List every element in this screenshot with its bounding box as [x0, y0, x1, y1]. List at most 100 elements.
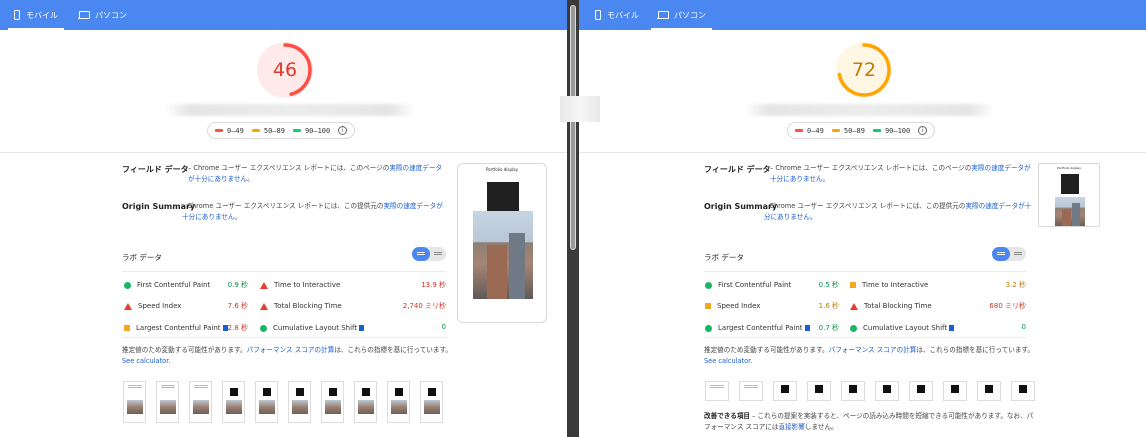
pass-circle-icon: [260, 324, 267, 332]
filmstrip-frame: [773, 381, 797, 401]
laptop-icon: [78, 11, 90, 19]
tab-mobile-label: モバイル: [26, 10, 58, 20]
metric-tti-label: Time to Interactive: [274, 281, 341, 289]
average-square-icon: [850, 282, 856, 288]
opportunities-tail: しません。: [804, 423, 838, 431]
metric-cls: Cumulative Layout Shift: [850, 322, 955, 334]
filmstrip: [123, 381, 443, 423]
filmstrip-frame: [841, 381, 865, 401]
pass-circle-icon: [850, 324, 857, 332]
metric-lcp-value: 0.7 秒: [818, 324, 839, 332]
right-report-pane: モバイル パソコン 72 0–49 50–89 90–100 i フィールド デ…: [579, 0, 1146, 437]
screenshot-photo: [473, 211, 533, 299]
bookmark-flag-icon: [949, 325, 955, 331]
filmstrip-frame: [189, 381, 212, 423]
section-divider: [579, 152, 1146, 153]
device-tab-bar: モバイル パソコン: [0, 0, 567, 30]
metric-lcp-value: 2.8 秒: [227, 324, 248, 332]
metric-si: Speed Index: [124, 300, 181, 312]
estimate-note-tail: は、これらの指標を基に行っています。: [334, 346, 453, 354]
orange-dash-icon: [831, 129, 840, 132]
screenshot-title: Portfolio display: [486, 167, 518, 172]
filmstrip-frame: [705, 381, 729, 401]
legend-green-label: 90–100: [304, 126, 331, 135]
estimate-note: 推定値のため変動する可能性があります。パフォーマンス スコアの計算は、これらの指…: [704, 345, 1034, 367]
filmstrip-frame: [321, 381, 344, 423]
metric-tbt-label: Total Blocking Time: [274, 302, 342, 310]
metric-cls-label: Cumulative Layout Shift: [273, 324, 358, 332]
toggle-list-icon[interactable]: [1014, 252, 1022, 253]
legend-orange-label: 50–89: [843, 126, 865, 135]
tab-desktop[interactable]: パソコン: [651, 0, 712, 30]
score-legend: 0–49 50–89 90–100 i: [787, 122, 936, 139]
filmstrip-frame: [123, 381, 146, 423]
origin-summary-desc: – Chrome ユーザー エクスペリエンス レポートには、この提供元の実際の速…: [182, 201, 444, 223]
metric-cls-label: Cumulative Layout Shift: [863, 324, 948, 332]
metric-tbt-label: Total Blocking Time: [864, 302, 932, 310]
red-dash-icon: [215, 129, 223, 132]
see-calculator-link[interactable]: See calculator.: [122, 357, 170, 365]
split-view: モバイル パソコン 46 0–49 50–89 90–100 i フィールド デ…: [0, 0, 1146, 437]
toggle-expanded-icon[interactable]: [412, 247, 430, 261]
metrics-top-rule: [122, 271, 447, 272]
performance-score-value: 46: [272, 59, 298, 81]
legend-green-label: 90–100: [884, 126, 911, 135]
laptop-icon: [657, 11, 669, 19]
origin-summary-desc: – Chrome ユーザー エクスペリエンス レポートには、この提供元の実際の速…: [764, 201, 1034, 223]
filmstrip-frame: [354, 381, 377, 423]
view-toggle[interactable]: [412, 247, 446, 261]
see-calculator-link[interactable]: See calculator.: [704, 357, 752, 365]
metric-tbt: Total Blocking Time: [850, 300, 932, 312]
metric-tbt: Total Blocking Time: [260, 300, 342, 312]
score-calc-link[interactable]: パフォーマンス スコアの計算: [829, 346, 917, 354]
field-data-desc: – Chrome ユーザー エクスペリエンス レポートには、このページの実際の速…: [188, 163, 443, 185]
field-data-desc: – Chrome ユーザー エクスペリエンス レポートには、このページの実際の速…: [770, 163, 1032, 185]
opportunities-link[interactable]: 直接影響: [779, 423, 805, 431]
info-icon[interactable]: i: [338, 126, 348, 135]
estimate-note-text: 推定値のため変動する可能性があります。: [122, 346, 247, 354]
screenshot-title: Portfolio display: [1057, 166, 1081, 170]
tab-desktop-label: パソコン: [674, 10, 706, 20]
metrics-bottom-rule: [122, 337, 447, 338]
filmstrip-frame: [909, 381, 933, 401]
toggle-expanded-icon[interactable]: [992, 247, 1010, 261]
blurred-url: [165, 104, 415, 116]
screenshot-photo: [1055, 197, 1085, 226]
metric-si-label: Speed Index: [717, 302, 761, 310]
green-dash-icon: [872, 129, 881, 132]
origin-summary-desc-text: – Chrome ユーザー エクスペリエンス レポートには、この提供元の: [182, 202, 384, 210]
tab-mobile[interactable]: モバイル: [8, 0, 64, 30]
metrics-bottom-rule: [704, 337, 1026, 338]
filmstrip-frame: [807, 381, 831, 401]
view-toggle[interactable]: [992, 247, 1026, 261]
bookmark-flag-icon: [359, 325, 365, 331]
scrollbar[interactable]: [567, 0, 579, 437]
performance-score-value: 72: [851, 59, 877, 81]
score-calc-link[interactable]: パフォーマンス スコアの計算: [247, 346, 335, 354]
filmstrip-frame: [875, 381, 899, 401]
metric-cls-value: 0: [1021, 323, 1026, 331]
tab-mobile[interactable]: モバイル: [595, 0, 639, 30]
scrollbar-thumb[interactable]: [570, 5, 576, 250]
filmstrip-frame: [739, 381, 763, 401]
metrics-top-rule: [704, 271, 1026, 272]
tab-desktop-label: パソコン: [95, 10, 127, 20]
blurred-overlay: [560, 96, 600, 122]
opportunities-section: 改善できる項目 – これらの提案を実装すると、ページの読み込み時間を短縮できる可…: [704, 411, 1039, 433]
metric-cls: Cumulative Layout Shift: [260, 322, 365, 334]
toggle-list-icon[interactable]: [434, 252, 442, 253]
score-legend: 0–49 50–89 90–100 i: [207, 122, 356, 139]
info-icon[interactable]: i: [918, 126, 928, 135]
metric-si-value: 1.6 秒: [818, 302, 839, 310]
estimate-note-tail: は、これらの指標を基に行っています。: [916, 346, 1035, 354]
green-dash-icon: [292, 129, 301, 132]
metric-tbt-value: 680 ミリ秒: [989, 302, 1026, 310]
device-tab-bar: モバイル パソコン: [579, 0, 1146, 30]
metric-lcp-label: Largest Contentful Paint: [718, 324, 803, 332]
legend-red-label: 0–49: [227, 126, 244, 135]
metric-fcp-value: 0.5 秒: [818, 281, 839, 289]
tab-desktop[interactable]: パソコン: [78, 0, 127, 30]
metric-fcp-value: 0.9 秒: [227, 281, 248, 289]
opportunities-title: 改善できる項目: [704, 412, 751, 420]
filmstrip: [705, 381, 1035, 401]
